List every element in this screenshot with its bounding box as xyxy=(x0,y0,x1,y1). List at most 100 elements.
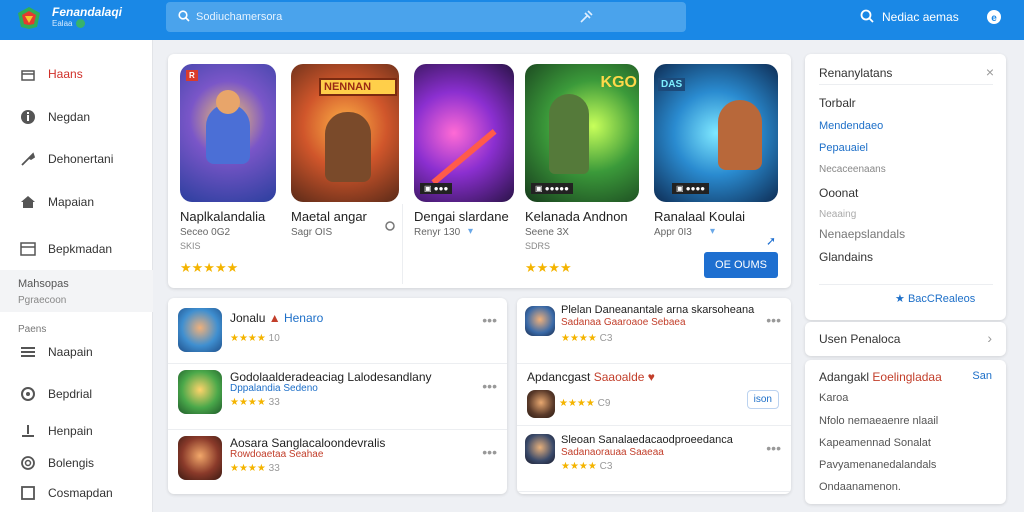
user-panel-title: Usen Penaloca xyxy=(819,332,901,346)
sidebar-item-map[interactable]: Mapaian xyxy=(0,184,153,218)
close-icon[interactable]: × xyxy=(986,64,994,80)
header-account-label[interactable]: Nediac aemas xyxy=(882,10,959,24)
app-icon[interactable] xyxy=(525,306,555,336)
featured-subtitle: Appr 0I3 xyxy=(654,227,692,238)
svg-text:e: e xyxy=(991,13,997,24)
refresh-icon xyxy=(21,456,35,470)
featured-title[interactable]: Kelanada Andnon xyxy=(525,209,628,224)
app-title[interactable]: Apdancgast Saaoalde ♥ xyxy=(527,370,655,384)
search-input[interactable]: Sodiuchamersora xyxy=(196,11,282,23)
open-button[interactable]: ison xyxy=(746,390,779,409)
status-dot-icon xyxy=(76,19,86,29)
featured-card[interactable]: KGO ▣ ●●●●● Kelanada Andnon Seene 3X SDR… xyxy=(525,64,647,275)
sidebar-item-info[interactable]: Negdan xyxy=(0,99,153,133)
list-item[interactable]: Aosara Sanglacaloondevralis Rowdoaetaa S… xyxy=(168,430,507,494)
chevron-right-icon[interactable]: › xyxy=(987,330,992,346)
gift-icon xyxy=(21,70,35,81)
featured-card-art[interactable]: NENNAN xyxy=(291,64,399,202)
app-category: Sadanaorauaa Saaeaa xyxy=(561,447,664,458)
featured-card[interactable]: R Naplkalandalia Seceo 0G2 SKIS ★★★★★ xyxy=(180,64,302,275)
sidebar-subitem-window[interactable]: Cosmapdan xyxy=(0,475,153,509)
sidebar-subitem-person[interactable]: Henpain xyxy=(0,413,153,447)
sidebar-section[interactable]: Mahsopas Pgraecoon xyxy=(0,270,153,312)
filter-item[interactable]: Ooonat xyxy=(819,186,858,200)
list-item[interactable]: Godolaalderadeaciag Lalodesandlany Dppal… xyxy=(168,364,507,430)
sidebar-subitem-refresh[interactable]: Bolengis xyxy=(0,445,153,479)
featured-meta: SKIS xyxy=(180,241,201,251)
help-icon[interactable]: e xyxy=(986,9,1002,25)
app-title[interactable]: Aosara Sanglacaloondevralis xyxy=(230,436,385,450)
filter-item[interactable]: Glandains xyxy=(819,250,873,264)
featured-title[interactable]: Dengai slardane xyxy=(414,209,509,224)
featured-card-art[interactable]: DAS ▣ ●●●● xyxy=(654,64,778,202)
app-icon[interactable] xyxy=(178,436,222,480)
featured-card[interactable]: ▣ ●●● Dengai slardane Renyr 130 ▾ xyxy=(414,64,536,238)
sidebar-subitem-list[interactable]: Naapain xyxy=(0,334,153,368)
app-icon[interactable] xyxy=(178,370,222,414)
featured-action-button[interactable]: OE OUMS xyxy=(704,252,778,278)
sword-art xyxy=(431,128,497,186)
sidebar-item-label: Mapaian xyxy=(48,195,95,209)
app-icon[interactable] xyxy=(525,434,555,464)
featured-card[interactable]: DAS ▣ ●●●● Ranalaal Koulai Appr 0I3 ▾ ➚ xyxy=(654,64,778,248)
sidebar-item-tools[interactable]: Dehonertani xyxy=(0,141,153,175)
rating-count: 33 xyxy=(268,463,280,474)
user-panel[interactable]: Usen Penaloca › xyxy=(805,322,1006,356)
featured-title[interactable]: Ranalaal Koulai xyxy=(654,209,745,224)
filter-item[interactable]: Necaceenaans xyxy=(819,164,886,175)
details-item: Ondaanamenon. xyxy=(819,481,901,493)
list-item[interactable]: Jonalu ▲ Henaro ★★★★ 10 ••• xyxy=(168,298,507,364)
rating-stars: ★★★★ xyxy=(559,398,595,409)
rating-count: C3 xyxy=(599,333,613,344)
filter-item[interactable]: Torbalr xyxy=(819,96,856,110)
filter-item[interactable]: Nenaepslandals xyxy=(819,227,905,241)
details-title: Adangakl Eoelingladaa xyxy=(819,370,942,384)
featured-badge: NENNAN xyxy=(319,78,397,96)
featured-card-art[interactable]: KGO ▣ ●●●●● xyxy=(525,64,639,202)
sidebar-item-label: Bolengis xyxy=(48,456,95,470)
filter-item[interactable]: Mendendaeo xyxy=(819,120,883,132)
filter-icon[interactable] xyxy=(578,9,594,25)
list-item[interactable]: Sleoan Sanalaedacaodproeedanca Sadanaora… xyxy=(517,426,791,492)
app-title[interactable]: Jonalu ▲ Henaro xyxy=(230,311,323,325)
pin-icon[interactable]: ➚ xyxy=(766,234,776,248)
featured-card-art[interactable]: R xyxy=(180,64,276,202)
rating-count: 10 xyxy=(268,333,280,344)
app-title[interactable]: Plelan Daneanantale arna skarsoheana xyxy=(561,304,754,316)
featured-card-art[interactable]: ▣ ●●● xyxy=(414,64,514,202)
filter-item[interactable]: Neaaing xyxy=(819,209,856,220)
more-link[interactable]: ★ BacCRealeos xyxy=(895,292,975,305)
featured-card[interactable]: NENNAN Maetal angar Sagr OIS xyxy=(291,64,413,238)
list-item[interactable]: Apdancgast Saaoalde ♥ ★★★★ C9 ison xyxy=(517,358,791,426)
more-link-text: BacCRealeos xyxy=(907,293,976,305)
app-rating: ★★★★ C9 xyxy=(559,398,610,409)
sidebar-item-home[interactable]: Haans xyxy=(0,56,153,90)
app-title[interactable]: Godolaalderadeaciag Lalodesandlany xyxy=(230,370,432,384)
app-logo[interactable] xyxy=(16,5,42,31)
more-options-icon[interactable]: ••• xyxy=(766,440,781,456)
filter-item[interactable]: Pepauaiel xyxy=(819,142,868,154)
rating-count: 33 xyxy=(268,397,280,408)
sidebar-subitem-globe[interactable]: Bepdrial xyxy=(0,376,153,410)
featured-title[interactable]: Naplkalandalia xyxy=(180,209,265,224)
details-item: Pavyamenanedalandals xyxy=(819,459,937,471)
rating-stars: ★★★★ xyxy=(561,461,597,472)
featured-title[interactable]: Maetal angar xyxy=(291,209,367,224)
more-options-icon[interactable]: ••• xyxy=(482,378,497,394)
header-search-icon[interactable] xyxy=(860,9,874,23)
more-options-icon[interactable]: ••• xyxy=(766,312,781,328)
app-icon[interactable] xyxy=(527,390,555,418)
search-bar[interactable]: Sodiuchamersora xyxy=(166,2,686,32)
details-action-link[interactable]: San xyxy=(972,370,992,382)
sidebar-item-label: Henpain xyxy=(48,424,93,438)
list-item[interactable]: Plelan Daneanantale arna skarsoheana Sad… xyxy=(517,298,791,364)
more-options-icon[interactable]: ••• xyxy=(482,312,497,328)
app-icon[interactable] xyxy=(178,308,222,352)
featured-subtitle: Seene 3X xyxy=(525,227,569,238)
divider xyxy=(402,204,403,284)
character-art xyxy=(549,94,589,174)
app-title[interactable]: Sleoan Sanalaedacaodproeedanca xyxy=(561,434,733,446)
featured-subtitle: Seceo 0G2 xyxy=(180,227,231,238)
more-options-icon[interactable]: ••• xyxy=(482,444,497,460)
sidebar-item-apps[interactable]: Bepkmadan xyxy=(0,231,153,265)
